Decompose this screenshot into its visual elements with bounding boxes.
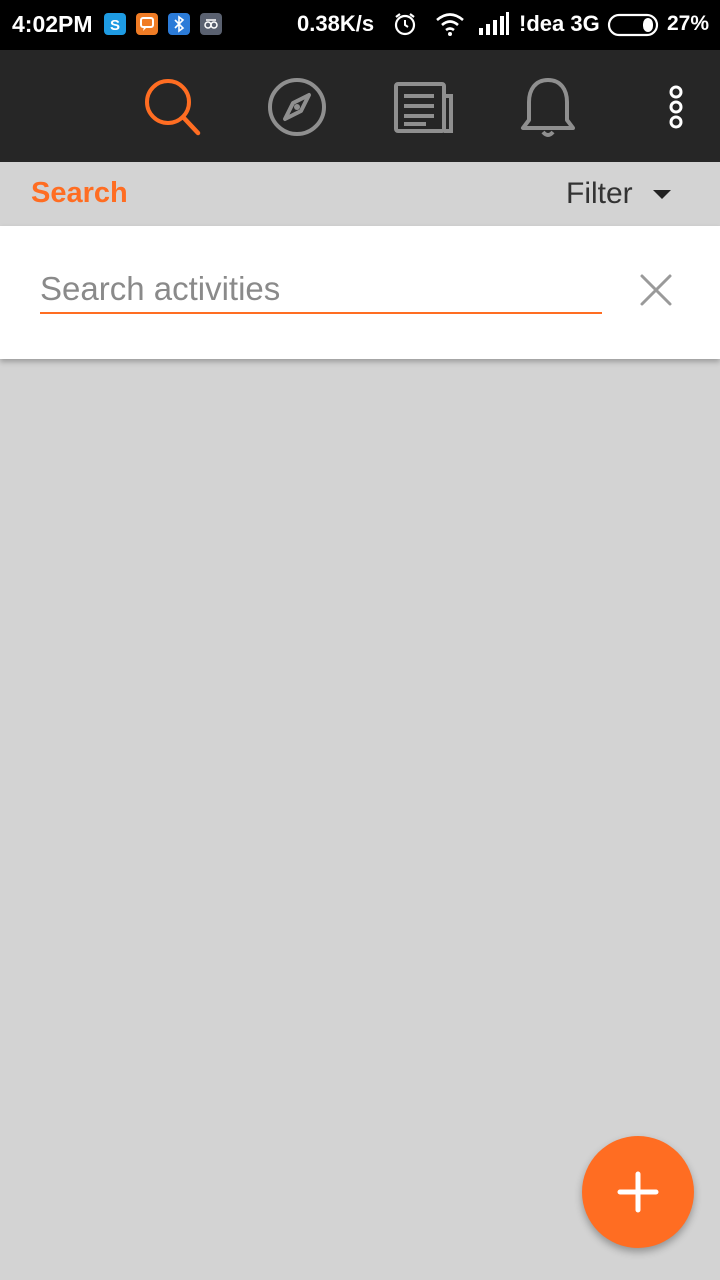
caret-down-icon <box>652 189 671 199</box>
signal-icon <box>478 12 510 41</box>
chat-icon <box>136 13 158 35</box>
newspaper-icon <box>388 82 458 146</box>
search-icon <box>137 79 207 146</box>
nav-more[interactable] <box>641 72 711 142</box>
app-icon <box>200 13 222 35</box>
nav-explore[interactable] <box>262 72 332 142</box>
page-title: Search <box>31 177 128 209</box>
status-bar: 4:02PM S 0.38K/s !dea 3G 27% <box>0 0 720 50</box>
bluetooth-icon <box>168 13 190 35</box>
status-time: 4:02PM <box>12 11 93 37</box>
close-icon <box>636 274 676 314</box>
sub-header: Search Filter <box>0 162 720 226</box>
alarm-icon <box>392 11 418 42</box>
battery-icon <box>607 13 661 42</box>
more-vertical-icon <box>641 85 711 146</box>
search-card <box>0 226 720 359</box>
nav-news[interactable] <box>388 72 458 142</box>
skype-icon: S <box>104 13 126 35</box>
battery-percent: 27% <box>667 12 710 35</box>
filter-label: Filter <box>566 177 633 210</box>
wifi-icon <box>434 11 466 42</box>
search-input[interactable] <box>40 266 602 314</box>
compass-icon <box>262 78 332 146</box>
nav-search[interactable] <box>137 72 207 142</box>
top-nav <box>0 50 720 162</box>
network-speed: 0.38K/s <box>297 11 375 36</box>
nav-notifications[interactable] <box>513 72 583 142</box>
add-button[interactable] <box>582 1136 694 1248</box>
plus-icon <box>582 1171 694 1252</box>
bell-icon <box>513 78 583 146</box>
filter-dropdown[interactable]: Filter <box>566 174 671 214</box>
svg-text:S: S <box>110 17 120 34</box>
clear-search-button[interactable] <box>636 270 676 310</box>
carrier-label: !dea 3G <box>519 11 600 36</box>
